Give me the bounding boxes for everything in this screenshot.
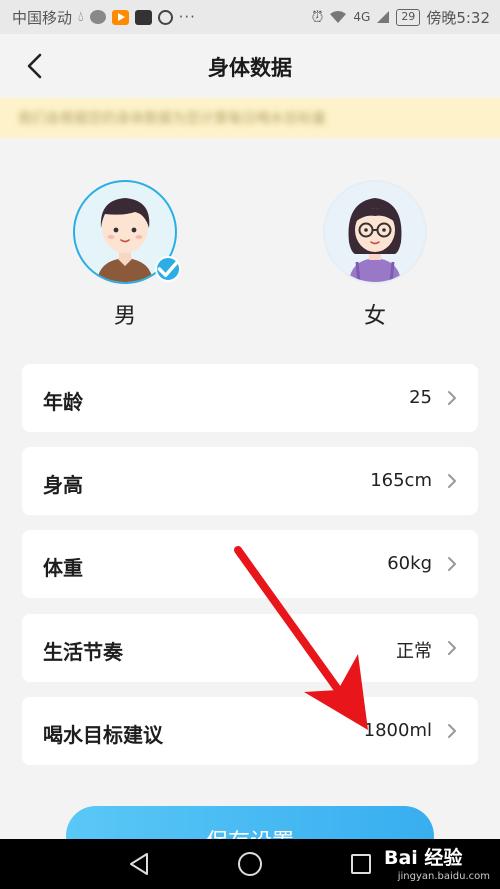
row-label: 生活节奏 [43,640,123,664]
wifi-icon [330,11,347,23]
circle-app-icon [157,9,173,25]
watermark-url: jingyan.baidu.com [397,871,490,882]
female-label: 女 [363,304,386,329]
chat-icon [89,10,106,24]
chevron-right-icon [448,391,456,405]
more-dots-icon: ··· [178,8,196,26]
gender-option-female[interactable]: 女 [323,180,427,330]
app-header: 身体数据 [0,34,500,98]
row-value: 165cm [370,470,432,491]
row-label: 年龄 [43,390,83,414]
selected-check-icon [155,256,181,282]
male-avatar [73,180,181,284]
row-value: 60kg [387,553,432,574]
chevron-right-icon [448,641,456,655]
nav-home-icon[interactable] [238,852,262,876]
nav-recent-apps-icon[interactable] [351,854,371,874]
row-water-goal[interactable]: 喝水目标建议 1800ml [22,697,478,765]
clock-time: 傍晚5:32 [426,8,490,27]
female-avatar [323,180,427,284]
page-title: 身体数据 [208,56,292,80]
nav-back-icon[interactable] [128,852,150,876]
row-label: 喝水目标建议 [43,723,163,747]
status-bar: 中国移动 💧︎ ··· ⏰︎ 4G 29 傍晚5:32 [0,0,500,34]
chevron-right-icon [448,474,456,488]
row-weight[interactable]: 体重 60kg [22,530,478,598]
row-value: 正常 [396,641,432,662]
alarm-icon: ⏰︎ [311,8,324,26]
carrier-label: 中国移动 [12,8,73,27]
network-label: 4G [353,10,371,24]
drop-icon: 💧︎ [78,9,84,25]
girl-avatar-icon [348,198,402,283]
baidu-jingyan-watermark: Bai 经验 jingyan.baidu.com [384,843,496,887]
gender-option-male[interactable]: 男 [73,180,181,330]
row-height[interactable]: 身高 165cm [22,447,478,515]
system-nav-bar: Bai 经验 jingyan.baidu.com [0,839,500,889]
notice-text: 我们会根据您的身体数据为您计算每日喝水目标量 [18,111,326,127]
video-app-icon [111,9,129,25]
row-label: 身高 [43,473,83,497]
row-label: 体重 [43,556,83,580]
chevron-right-icon [448,557,456,571]
game-app-icon [134,9,152,25]
chevron-right-icon [448,724,456,738]
battery-icon: 29 [396,8,421,26]
row-value: 1800ml [363,720,432,741]
row-activity-level[interactable]: 生活节奏 正常 [22,614,478,682]
watermark-logo: Bai 经验 [384,847,463,869]
row-value: 25 [409,387,432,408]
row-age[interactable]: 年龄 25 [22,364,478,432]
notice-banner: 我们会根据您的身体数据为您计算每日喝水目标量 [0,98,500,138]
signal-icon [377,11,390,23]
